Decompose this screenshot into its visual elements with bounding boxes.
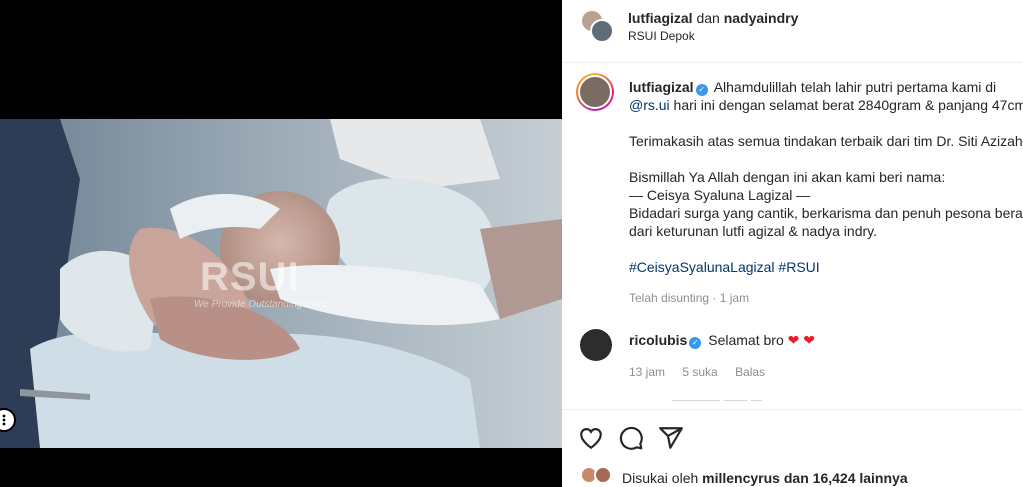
post-caption: lutfiagizal ✓ Alhamdulillah telah lahir p… <box>629 78 1023 276</box>
caption-paragraph3-line4: dari keturunan lutfi agizal & nadya indr… <box>629 223 877 239</box>
author-conjunction: dan <box>696 10 720 26</box>
post-actions: Disukai oleh millencyrus dan 16,424 lain… <box>562 409 1023 487</box>
likes-count[interactable]: dan 16,424 lainnya <box>784 470 908 486</box>
caption-hashtags[interactable]: #CeisyaSyalunaLagizal #RSUI <box>629 258 1023 276</box>
post-header: lutfiagizal dan nadyaindry RSUI Depok <box>562 0 1023 63</box>
verified-icon: ✓ <box>695 84 708 96</box>
comment-time: 13 jam <box>629 365 666 379</box>
author-names: lutfiagizal dan nadyaindry <box>628 10 798 26</box>
avatar[interactable] <box>590 19 614 43</box>
post-side-panel: lutfiagizal dan nadyaindry RSUI Depok lu… <box>562 0 1023 487</box>
author-username[interactable]: lutfiagizal <box>628 10 693 26</box>
mention-link[interactable]: @rs.ui <box>629 97 670 113</box>
share-icon[interactable] <box>658 425 684 451</box>
coauthor-username[interactable]: nadyaindry <box>724 10 799 26</box>
likes-summary: Disukai oleh millencyrus dan 16,424 lain… <box>622 470 908 486</box>
clipped-comment: ———— —— ——— <box>672 400 762 406</box>
watermark-tagline: We Provide Outstanding Care <box>194 299 327 310</box>
caption-line1: Alhamdulillah telah lahir putri pertama … <box>713 79 997 95</box>
comment-meta: 13 jam 5 suka Balas <box>629 365 779 379</box>
caption-paragraph3-line1: Bismillah Ya Allah dengan ini akan kami … <box>629 169 946 185</box>
likes-prefix: Disukai oleh <box>622 470 699 486</box>
liker-avatars[interactable] <box>580 466 614 487</box>
watermark-logo: RSUI <box>200 255 300 299</box>
caption-paragraph3-line2: — Ceisya Syaluna Lagizal — <box>629 187 811 203</box>
heart-icon[interactable] <box>578 425 604 451</box>
caption-line2: hari ini dengan selamat berat 2840gram &… <box>669 97 1023 113</box>
caption-paragraph2: Terimakasih atas semua tindakan terbaik … <box>629 133 1023 149</box>
avatar[interactable] <box>594 466 612 484</box>
comment-avatar[interactable] <box>580 329 612 361</box>
verified-icon: ✓ <box>689 337 702 349</box>
rsui-watermark: RSUI We Provide Outstanding Care <box>194 255 327 310</box>
heart-emoji: ❤ ❤ <box>787 332 815 348</box>
liker-username[interactable]: millencyrus <box>702 470 780 486</box>
author-avatars[interactable] <box>580 9 614 43</box>
caption-edited-time: Telah disunting · 1 jam <box>629 291 750 305</box>
caption-username[interactable]: lutfiagizal <box>629 79 694 95</box>
post-location[interactable]: RSUI Depok <box>628 29 695 43</box>
comment-username[interactable]: ricolubis <box>629 332 687 348</box>
comment-text: Selamat bro <box>708 332 784 348</box>
caption-paragraph3-line3: Bidadari surga yang cantik, berkarisma d… <box>629 205 1023 221</box>
caption-avatar[interactable] <box>576 73 614 111</box>
reply-button[interactable]: Balas <box>735 365 765 379</box>
comment-likes[interactable]: 5 suka <box>682 365 717 379</box>
comment-icon[interactable] <box>618 425 644 451</box>
comment: ricolubis ✓ Selamat bro ❤ ❤ <box>629 332 815 349</box>
post-media: RSUI We Provide Outstanding Care <box>0 0 562 487</box>
